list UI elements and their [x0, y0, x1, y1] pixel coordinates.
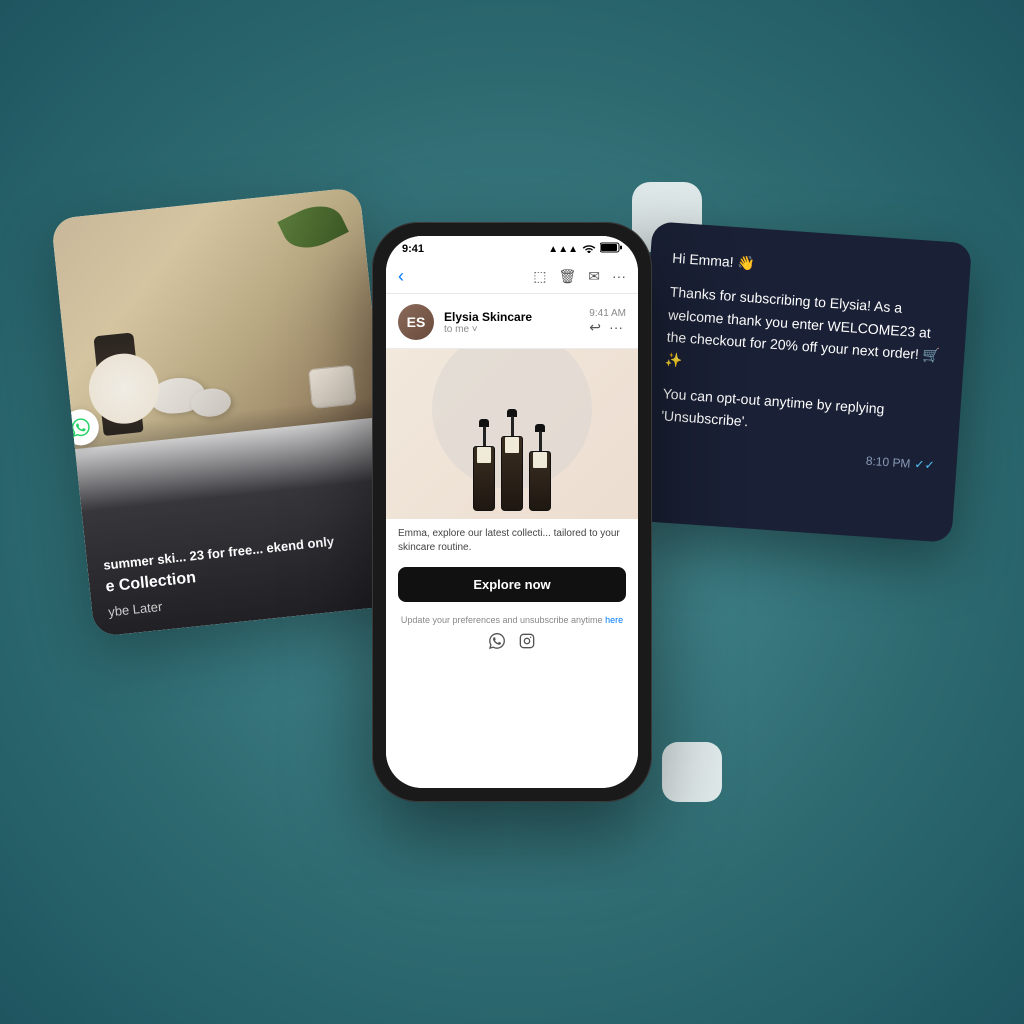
footer-text: Update your preferences and unsubscribe …: [398, 614, 626, 627]
delete-icon[interactable]: 🗑: [558, 268, 576, 285]
sms-body-2: You can opt-out anytime by replying 'Uns…: [661, 382, 939, 446]
home-indicator: [467, 776, 557, 780]
back-button[interactable]: ‹: [398, 266, 404, 287]
sender-name: Elysia Skincare: [444, 310, 579, 324]
reply-icons: ↩ ···: [589, 319, 626, 336]
leaf-decoration: [277, 196, 348, 258]
scene: summer ski... 23 for free... ekend only …: [102, 122, 922, 902]
read-receipt-icon: ✓✓: [914, 457, 935, 472]
sender-to: to me ˅: [444, 324, 579, 335]
instagram-social-icon[interactable]: [519, 633, 535, 652]
more-icon-2[interactable]: ···: [609, 319, 623, 336]
sender-info: Elysia Skincare to me ˅: [444, 310, 579, 335]
bottle-body-1: [473, 446, 495, 511]
bottle-body-2: [501, 436, 523, 511]
sms-card: Hi Emma! 👋 Thanks for subscribing to Ely…: [632, 221, 972, 543]
whatsapp-social-icon[interactable]: [489, 633, 505, 652]
explore-btn-label: Explore now: [473, 577, 550, 592]
sms-greeting: Hi Emma! 👋: [672, 247, 949, 289]
bottle-1: [473, 419, 495, 511]
bottle-dropper-1: [483, 426, 486, 446]
product-bottles: [473, 409, 551, 511]
wifi-icon: [582, 243, 596, 256]
bottle-body-3: [529, 451, 551, 511]
email-content-text: Emma, explore our latest collecti... tai…: [386, 519, 638, 561]
archive-icon[interactable]: ⬚: [533, 268, 546, 285]
footer-link[interactable]: here: [605, 615, 623, 625]
bottle-2: [501, 409, 523, 511]
status-right-icons: ▲▲▲: [548, 242, 622, 256]
email-time: 9:41 AM ↩ ···: [589, 308, 626, 336]
more-icon[interactable]: ···: [612, 268, 626, 285]
bottle-dropper-2: [511, 416, 514, 436]
status-time: 9:41: [402, 243, 424, 255]
sms-body-1: Thanks for subscribing to Elysia! As a w…: [664, 281, 946, 390]
mail-icon[interactable]: ✉: [588, 268, 600, 285]
sms-time-value: 8:10 PM: [865, 453, 911, 470]
sender-avatar: ES: [398, 304, 434, 340]
signal-icon: ▲▲▲: [548, 244, 578, 255]
phone-screen: 9:41 ▲▲▲ ‹ ⬚ 🗑 ✉ ···: [386, 236, 638, 788]
email-toolbar: ‹ ⬚ 🗑 ✉ ···: [386, 260, 638, 294]
avatar-initials: ES: [407, 314, 426, 330]
phone-mockup: 9:41 ▲▲▲ ‹ ⬚ 🗑 ✉ ···: [372, 222, 652, 802]
sms-message-text: Hi Emma! 👋 Thanks for subscribing to Ely…: [661, 247, 949, 447]
sms-timestamp: 8:10 PM ✓✓: [659, 439, 935, 472]
left-social-card: summer ski... 23 for free... ekend only …: [51, 187, 403, 637]
email-body: Emma, explore our latest collecti... tai…: [386, 349, 638, 788]
card-overlay: summer ski... 23 for free... ekend only …: [73, 396, 403, 637]
bottle-label-2: [505, 437, 519, 453]
bottle-dropper-3: [539, 431, 542, 451]
email-hero-image: [386, 349, 638, 519]
toolbar-action-icons: ⬚ 🗑 ✉ ···: [533, 268, 626, 285]
decorative-square-2: [662, 742, 722, 802]
bottle-label-3: [533, 452, 547, 468]
email-footer: Update your preferences and unsubscribe …: [386, 608, 638, 662]
bottle-label-1: [477, 447, 491, 463]
email-header: ES Elysia Skincare to me ˅ 9:41 AM ↩ ···: [386, 294, 638, 349]
social-icons: [398, 633, 626, 652]
reply-icon[interactable]: ↩: [589, 319, 601, 336]
explore-now-button[interactable]: Explore now: [398, 567, 626, 602]
email-timestamp: 9:41 AM: [589, 308, 626, 319]
bottle-3: [529, 424, 551, 511]
battery-icon: [600, 242, 622, 256]
footer-static-text: Update your preferences and unsubscribe …: [401, 615, 603, 625]
email-description: Emma, explore our latest collecti... tai…: [398, 527, 626, 555]
status-bar: 9:41 ▲▲▲: [386, 236, 638, 260]
